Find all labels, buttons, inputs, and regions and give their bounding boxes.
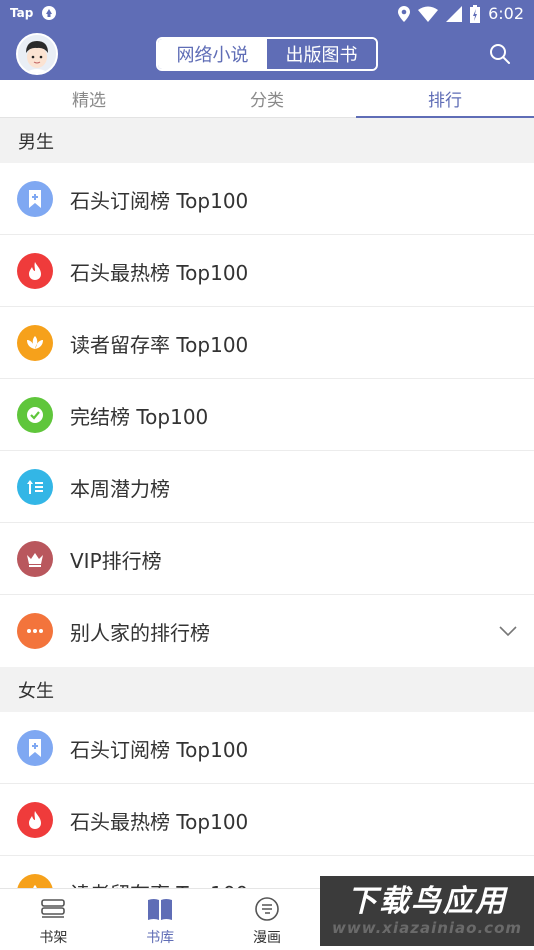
section-header-male: 男生 [0,118,534,163]
bookmark-plus-icon [17,181,53,217]
list-item-label: 石头订阅榜 Top100 [70,188,249,213]
avatar[interactable] [16,33,58,75]
segment-web-novels[interactable]: 网络小说 [158,39,267,69]
status-left: Tap [10,5,57,21]
check-icon [17,397,53,433]
status-time: 6:02 [488,4,524,23]
flame-icon [17,802,53,838]
search-button[interactable] [488,42,512,66]
nav-library[interactable]: 书库 [107,889,214,950]
nav-comics[interactable]: 漫画 [214,889,321,950]
list-item-label: 完结榜 Top100 [70,404,209,429]
list-item-label: 石头最热榜 Top100 [70,260,249,285]
more-dots-icon [17,613,53,649]
ranking-list: 男生 石头订阅榜 Top100 石头最热榜 Top100 读者留存率 Top10… [0,118,534,888]
lotus-icon [17,874,53,888]
list-item-male-completed[interactable]: 完结榜 Top100 [0,379,534,451]
nav-bookshelf[interactable]: 书架 [0,889,107,950]
comic-icon [255,897,279,921]
watermark-url: www.xiazainiao.com [331,919,523,937]
lotus-icon [17,325,53,361]
nav-label: 漫画 [252,930,281,946]
wifi-icon [418,6,439,22]
list-item-label: 本周潜力榜 [70,476,170,501]
crown-icon [17,541,53,577]
search-icon [490,44,510,64]
list-item-female-hottest[interactable]: 石头最热榜 Top100 [0,784,534,856]
list-item-male-hottest[interactable]: 石头最热榜 Top100 [0,235,534,307]
content-type-switch: 网络小说 出版图书 [156,37,378,71]
location-icon [398,5,411,22]
library-icon [148,899,173,920]
chevron-down-icon[interactable] [498,621,518,641]
status-right: 6:02 [398,4,524,23]
status-bar: Tap 6:02 [0,0,534,28]
nav-label: 书库 [146,930,175,946]
battery-icon [470,4,481,23]
bookshelf-icon [41,899,66,918]
section-header-female: 女生 [0,667,534,712]
list-item-label: 读者留存率 Top100 [70,332,249,357]
avatar-face-icon [18,35,56,73]
list-item-label: 别人家的排行榜 [70,620,210,645]
list-item-label: 石头订阅榜 Top100 [70,737,249,762]
watermark-title: 下载鸟应用 [347,884,507,919]
list-item-male-retention[interactable]: 读者留存率 Top100 [0,307,534,379]
sync-icon [42,6,57,20]
list-item-female-subscription[interactable]: 石头订阅榜 Top100 [0,712,534,784]
list-item-label: 读者留存率 Top100 [70,856,248,889]
app-header: 网络小说 出版图书 [0,28,534,80]
rising-list-icon [17,469,53,505]
segment-published-books[interactable]: 出版图书 [267,39,376,69]
flame-icon [17,253,53,289]
list-item-male-potential[interactable]: 本周潜力榜 [0,451,534,523]
top-tabs: 精选 分类 排行 [0,80,534,118]
tap-app-indicator: Tap [10,6,34,20]
list-item-label: VIP排行榜 [70,548,162,573]
list-item-label: 石头最热榜 Top100 [70,809,249,834]
signal-icon [446,5,463,22]
tab-categories[interactable]: 分类 [178,80,356,117]
list-item-male-subscription[interactable]: 石头订阅榜 Top100 [0,163,534,235]
list-item-male-others[interactable]: 别人家的排行榜 [0,595,534,667]
bookmark-plus-icon [17,730,53,766]
nav-label: 书架 [39,930,68,946]
app-screen: Tap 6:02 网络小说 出版图书 精选 分类 排行 男生 石头订阅榜 Top… [0,0,534,950]
tab-featured[interactable]: 精选 [0,80,178,117]
list-item-male-vip[interactable]: VIP排行榜 [0,523,534,595]
watermark-logo: 下载鸟应用 www.xiazainiao.com [320,876,534,946]
tab-rankings[interactable]: 排行 [356,80,534,118]
